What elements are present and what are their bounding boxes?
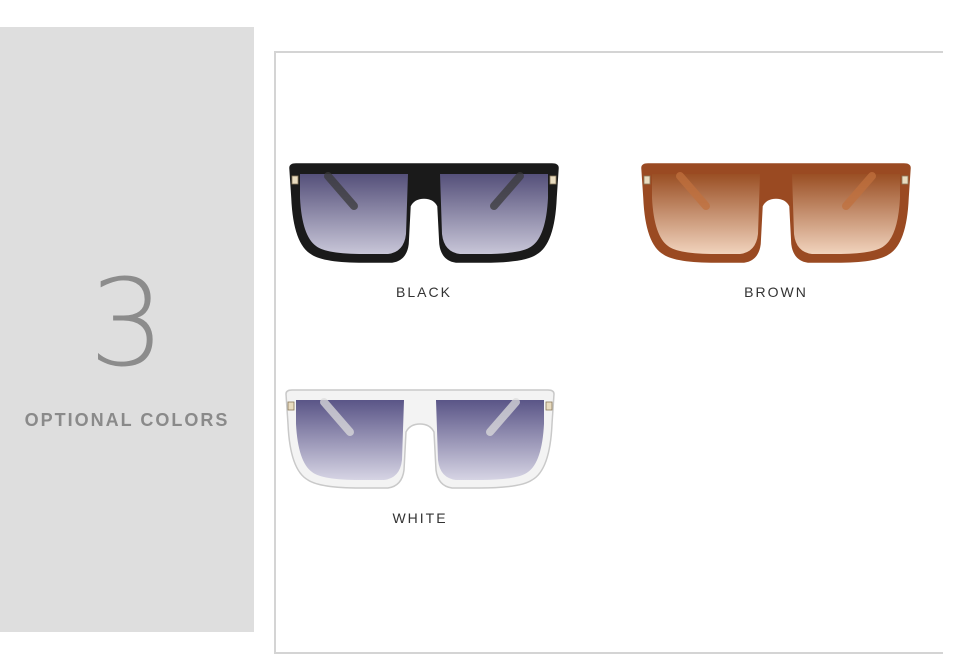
lens-left bbox=[652, 174, 760, 254]
side-panel: 3 OPTIONAL COLORS bbox=[0, 27, 254, 632]
product-white[interactable]: WHITE bbox=[280, 384, 560, 534]
product-label-brown: BROWN bbox=[744, 284, 808, 300]
rivet-right bbox=[901, 175, 909, 185]
product-black[interactable]: BLACK bbox=[284, 158, 564, 308]
rivet-left bbox=[291, 175, 299, 185]
rivet-left bbox=[643, 175, 651, 185]
sunglasses-brown-image bbox=[641, 163, 911, 263]
rivet-right bbox=[549, 175, 557, 185]
product-brown[interactable]: BROWN bbox=[636, 158, 916, 308]
product-label-white: WHITE bbox=[392, 510, 448, 526]
sunglasses-black-image bbox=[289, 163, 559, 263]
product-label-black: BLACK bbox=[396, 284, 452, 300]
sunglasses-white-image bbox=[285, 389, 555, 489]
lens-right bbox=[440, 174, 548, 254]
lens-left bbox=[296, 400, 404, 480]
lens-right bbox=[792, 174, 900, 254]
lens-left bbox=[300, 174, 408, 254]
color-count: 3 bbox=[88, 255, 166, 394]
rivet-right bbox=[545, 401, 553, 411]
rivet-left bbox=[287, 401, 295, 411]
panel-caption: OPTIONAL COLORS bbox=[24, 410, 230, 430]
lens-right bbox=[436, 400, 544, 480]
product-frame bbox=[274, 51, 943, 654]
